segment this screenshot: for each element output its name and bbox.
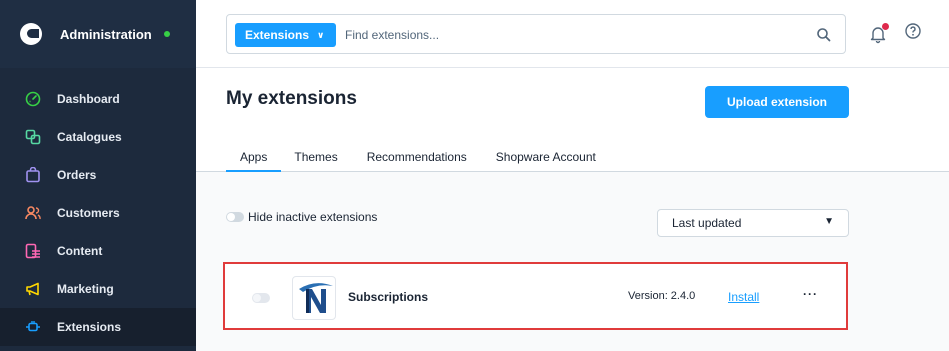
sidebar-item-customers[interactable]: Customers [0,194,196,232]
sidebar-nav: Dashboard Catalogues Orders Customers Co… [0,80,196,346]
search-icon[interactable] [815,26,833,44]
sidebar-item-label: Marketing [57,282,114,296]
sidebar-item-label: Content [57,244,103,258]
sidebar: Administration Dashboard Catalogues Orde… [0,0,196,351]
tab-apps[interactable]: Apps [226,136,282,172]
main-content: My extensions Upload extension Apps Them… [196,68,949,351]
dashboard-icon [24,90,42,108]
search-bar: Extensions ∨ [226,14,846,54]
shopware-logo-icon[interactable] [20,23,42,45]
page-header: My extensions Upload extension Apps Them… [196,68,949,172]
sidebar-item-extensions[interactable]: Extensions [0,308,196,346]
sort-select[interactable]: Last updated ▼ [657,209,849,237]
tab-shopware-account[interactable]: Shopware Account [482,136,610,172]
sidebar-item-dashboard[interactable]: Dashboard [0,80,196,118]
sidebar-item-label: Extensions [57,320,122,334]
megaphone-icon [24,280,42,298]
tab-bar: Apps Themes Recommendations Shopware Acc… [226,136,611,172]
sidebar-item-label: Customers [57,206,120,220]
chevron-down-icon: ∨ [317,29,325,40]
sidebar-item-label: Dashboard [57,92,120,106]
extension-active-toggle[interactable] [252,293,270,303]
extension-name: Subscriptions [348,290,429,304]
sidebar-item-content[interactable]: Content [0,232,196,270]
extension-version: Version: 2.4.0 [628,290,696,302]
upload-extension-button[interactable]: Upload extension [705,86,849,118]
hide-inactive-toggle[interactable] [226,212,244,222]
topbar: Extensions ∨ [196,0,949,68]
search-input[interactable] [345,25,795,45]
extension-card: Subscriptions Version: 2.4.0 Install ··· [223,262,848,330]
products-icon [24,128,42,146]
status-dot [163,31,170,37]
help-icon[interactable] [904,22,922,40]
sidebar-header: Administration [0,0,196,68]
sidebar-item-label: Catalogues [57,130,122,144]
sort-select-value: Last updated [672,216,742,230]
tab-recommendations[interactable]: Recommendations [353,136,481,172]
search-type-dropdown[interactable]: Extensions ∨ [235,23,337,47]
tab-themes[interactable]: Themes [280,136,351,172]
sidebar-item-orders[interactable]: Orders [0,156,196,194]
content-icon [24,242,42,260]
sidebar-item-catalogues[interactable]: Catalogues [0,118,196,156]
search-type-label: Extensions [245,28,310,42]
admin-title: Administration [60,26,152,42]
extension-logo [292,276,336,320]
sidebar-item-marketing[interactable]: Marketing [0,270,196,308]
customers-icon [24,204,42,222]
plug-icon [24,318,42,336]
more-actions-icon[interactable]: ··· [803,287,818,301]
shopping-bag-icon [24,166,42,184]
install-link[interactable]: Install [728,290,759,304]
page-title: My extensions [226,88,357,109]
sidebar-item-label: Orders [57,168,97,182]
notification-badge [882,23,889,30]
chevron-down-icon: ▼ [824,216,834,227]
hide-inactive-label: Hide inactive extensions [248,210,378,224]
hide-inactive-filter: Hide inactive extensions [226,210,377,224]
